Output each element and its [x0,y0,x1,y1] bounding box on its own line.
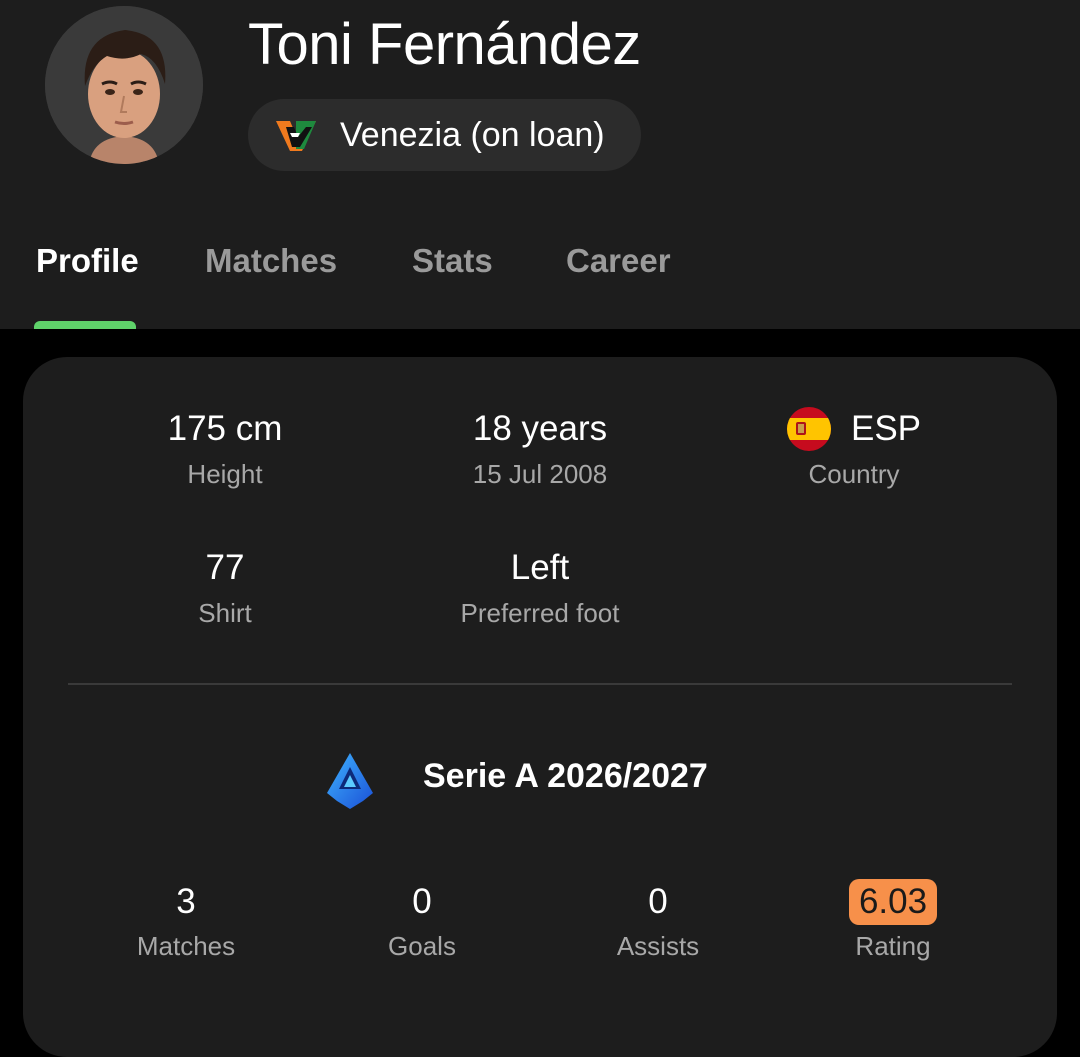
active-tab-indicator [34,321,136,329]
tab-matches[interactable]: Matches [205,242,337,280]
assists-label: Assists [616,931,700,961]
spain-flag-icon [786,407,831,451]
shirt-value: 77 [205,548,245,587]
serie-a-logo-icon [327,753,373,809]
info-shirt: 77 Shirt [75,546,375,630]
info-age: 18 years 15 Jul 2008 [390,407,690,491]
info-height: 175 cm Height [75,407,375,491]
goals-label: Goals [388,931,456,961]
rating-label: Rating [855,931,931,961]
tab-profile[interactable]: Profile [36,242,139,280]
info-foot: Left Preferred foot [390,546,690,630]
shirt-label: Shirt [198,598,252,628]
tab-career[interactable]: Career [566,242,671,280]
stat-goals: 0 Goals [312,879,532,963]
foot-label: Preferred foot [460,598,620,628]
matches-label: Matches [136,931,236,961]
assists-value: 0 [648,882,668,921]
height-label: Height [187,459,263,489]
info-country: ESP Country [704,407,1004,491]
foot-value: Left [510,548,570,587]
tab-stats[interactable]: Stats [412,242,493,280]
team-chip[interactable]: Venezia (on loan) [248,99,641,171]
goals-value: 0 [412,882,432,921]
stat-assists: 0 Assists [548,879,768,963]
age-value: 18 years [472,409,608,448]
league-title: Serie A 2026/2027 [423,757,708,795]
country-label: Country [808,459,900,489]
divider [68,683,1012,685]
league-header[interactable]: Serie A 2026/2027 [23,751,1057,811]
player-header: Toni Fernández Venezia (on loan) Profile… [0,0,1080,329]
team-name: Venezia (on loan) [340,115,605,154]
height-value: 175 cm [167,409,283,448]
country-value: ESP [850,409,922,448]
birth-date-label: 15 Jul 2008 [472,459,608,489]
player-avatar [45,6,203,164]
stat-rating: 6.03 Rating [783,879,1003,963]
venezia-logo-icon [276,121,316,151]
profile-card: 175 cm Height 18 years 15 Jul 2008 ESP C… [23,357,1057,1057]
stat-matches: 3 Matches [76,879,296,963]
rating-badge: 6.03 [848,879,938,925]
matches-value: 3 [176,882,196,921]
tab-bar: Profile Matches Stats Career [0,230,1080,329]
player-name: Toni Fernández [248,12,641,77]
